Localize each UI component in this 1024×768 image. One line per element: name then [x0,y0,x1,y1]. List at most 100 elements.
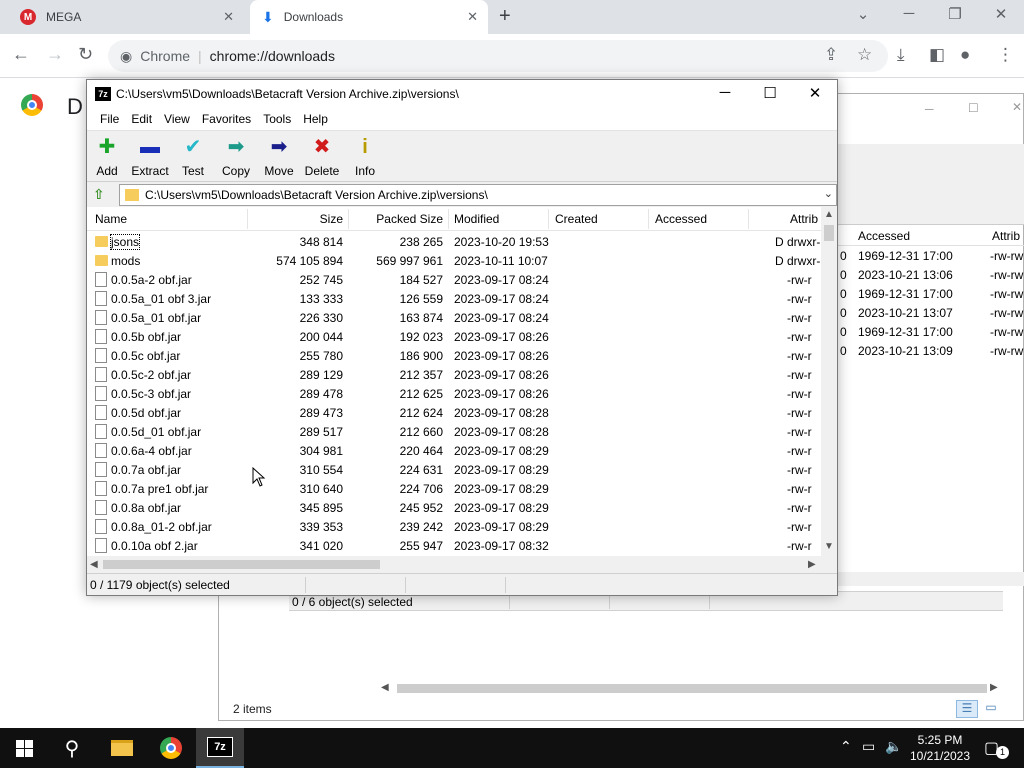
volume-muted-icon[interactable]: 🔈 [885,738,902,755]
clock[interactable]: 5:25 PM 10/21/2023 [906,732,974,764]
move-button[interactable]: ➡ Move [259,135,299,178]
search-icon[interactable]: ⚲ [48,728,96,768]
scroll-up-icon[interactable]: ▲ [824,209,834,220]
forward-arrow-icon[interactable]: → [46,44,64,65]
horizontal-scrollbar[interactable]: ◀ ▶ [87,556,821,573]
menu-edit[interactable]: Edit [125,108,158,130]
list-item[interactable]: 0 2023-10-21 13:06 -rw-rw [837,265,1024,284]
list-item[interactable]: 0 2023-10-21 13:09 -rw-rw [837,341,1024,360]
delete-button[interactable]: ✖ Delete [302,135,342,178]
column-packed-size[interactable]: Packed Size [376,212,443,226]
column-divider[interactable] [748,209,749,229]
tab-search-icon[interactable]: ⌄ [851,5,875,23]
path-combobox[interactable]: C:\Users\vm5\Downloads\Betacraft Version… [119,184,837,206]
scroll-right-icon[interactable]: ▶ [808,559,816,570]
horizontal-scrollbar[interactable]: ◀ ▶ [379,680,1001,697]
site-info-icon[interactable]: ◉ [120,48,132,65]
table-row[interactable]: 0.0.5b obf.jar 200 044 192 023 2023-09-1… [87,327,821,346]
close-icon[interactable]: ✕ [989,5,1013,23]
table-row[interactable]: 0.0.5c-2 obf.jar 289 129 212 357 2023-09… [87,365,821,384]
table-row[interactable]: 0.0.6a-4 obf.jar 304 981 220 464 2023-09… [87,441,821,460]
column-attrib[interactable]: Attrib [790,212,818,226]
scroll-left-icon[interactable]: ◀ [90,559,98,570]
menu-file[interactable]: File [94,108,125,130]
column-attrib[interactable]: Attrib [992,229,1020,243]
side-panel-icon[interactable]: ◧ [929,45,945,65]
column-accessed[interactable]: Accessed [655,212,707,226]
list-item[interactable]: 0 1969-12-31 17:00 -rw-rw [837,284,1024,303]
scroll-left-icon[interactable]: ◀ [381,682,389,693]
address-bar[interactable]: ◉ Chrome | chrome://downloads [108,40,888,72]
add-button[interactable]: ✚ Add [87,135,127,178]
tab-mega[interactable]: M MEGA ✕ [8,0,244,34]
column-size[interactable]: Size [320,212,343,226]
network-icon[interactable]: ▭ [862,738,875,755]
maximize-icon[interactable]: ☐ [750,84,790,102]
file-explorer-icon[interactable] [98,728,146,768]
star-icon[interactable]: ☆ [857,45,872,65]
vertical-scrollbar[interactable]: ▲ ▼ [821,207,837,556]
scroll-down-icon[interactable]: ▼ [824,541,834,552]
details-view-icon[interactable]: ☰ [956,700,978,718]
table-row[interactable]: mods 574 105 894 569 997 961 2023-10-11 … [87,251,821,270]
tab-close-icon[interactable]: ✕ [223,9,234,25]
tab-downloads[interactable]: ⬇ Downloads ✕ [250,0,488,34]
url-text[interactable]: chrome://downloads [210,48,335,64]
tab-close-icon[interactable]: ✕ [467,9,478,25]
table-row[interactable]: 0.0.5a-2 obf.jar 252 745 184 527 2023-09… [87,270,821,289]
menu-favorites[interactable]: Favorites [196,108,257,130]
minimize-icon[interactable]: ─ [897,5,921,22]
table-row[interactable]: 0.0.5c obf.jar 255 780 186 900 2023-09-1… [87,346,821,365]
table-row[interactable]: 0.0.5c-3 obf.jar 289 478 212 625 2023-09… [87,384,821,403]
7zip-file-manager-window[interactable]: 7z C:\Users\vm5\Downloads\Betacraft Vers… [86,79,838,596]
7zip-icon[interactable]: 7z [196,728,244,768]
close-icon[interactable]: ✕ [1012,100,1022,114]
column-divider[interactable] [247,209,248,229]
table-row[interactable]: 0.0.5a_01 obf 3.jar 133 333 126 559 2023… [87,289,821,308]
minimize-icon[interactable]: ─ [925,102,934,116]
info-button[interactable]: i Info [345,135,385,178]
new-tab-button[interactable]: + [499,5,511,28]
scroll-thumb[interactable] [824,225,834,241]
chevron-down-icon[interactable]: ⌄ [824,187,833,200]
table-row[interactable]: 0.0.5a_01 obf.jar 226 330 163 874 2023-0… [87,308,821,327]
column-divider[interactable] [448,209,449,229]
column-divider[interactable] [648,209,649,229]
maximize-icon[interactable]: ☐ [968,101,979,115]
column-modified[interactable]: Modified [454,212,499,226]
start-button[interactable] [0,728,48,768]
list-item[interactable]: 0 1969-12-31 17:00 -rw-rw [837,322,1024,341]
back-arrow-icon[interactable]: ← [12,44,30,65]
scroll-right-icon[interactable]: ▶ [990,682,998,693]
title-bar[interactable]: 7z C:\Users\vm5\Downloads\Betacraft Vers… [87,80,837,108]
scroll-thumb[interactable] [103,560,380,569]
table-row[interactable]: 0.0.7a obf.jar 310 554 224 631 2023-09-1… [87,460,821,479]
table-row[interactable]: 0.0.7a pre1 obf.jar 310 640 224 706 2023… [87,479,821,498]
chrome-icon[interactable] [147,728,195,768]
profile-icon[interactable]: ● [960,45,970,65]
list-item[interactable]: 0 2023-10-21 13:07 -rw-rw [837,303,1024,322]
horizontal-scrollbar[interactable] [837,572,1024,586]
table-row[interactable]: 0.0.10a obf 2.jar 341 020 255 947 2023-0… [87,536,821,555]
column-divider[interactable] [548,209,549,229]
folder-up-icon[interactable]: ⇧ [93,186,111,203]
copy-button[interactable]: ➡ Copy [216,135,256,178]
test-button[interactable]: ✔ Test [173,135,213,178]
extract-button[interactable]: ▬ Extract [130,135,170,178]
table-row[interactable]: jsons 348 814 238 265 2023-10-20 19:53 D… [87,232,821,251]
menu-help[interactable]: Help [297,108,334,130]
column-accessed[interactable]: Accessed [858,229,910,243]
minimize-icon[interactable]: ─ [705,84,745,101]
large-icons-view-icon[interactable]: ▭ [981,700,1001,718]
close-icon[interactable]: ✕ [795,84,835,102]
download-icon[interactable]: ⤓ [897,45,905,65]
column-created[interactable]: Created [555,212,598,226]
table-row[interactable]: 0.0.5d_01 obf.jar 289 517 212 660 2023-0… [87,422,821,441]
column-divider[interactable] [348,209,349,229]
menu-view[interactable]: View [158,108,196,130]
scroll-thumb[interactable] [397,684,987,693]
kebab-menu-icon[interactable]: ⋮ [997,45,1014,65]
column-name[interactable]: Name [95,212,127,226]
share-icon[interactable]: ⇪ [824,45,838,65]
table-row[interactable]: 0.0.8a_01-2 obf.jar 339 353 239 242 2023… [87,517,821,536]
